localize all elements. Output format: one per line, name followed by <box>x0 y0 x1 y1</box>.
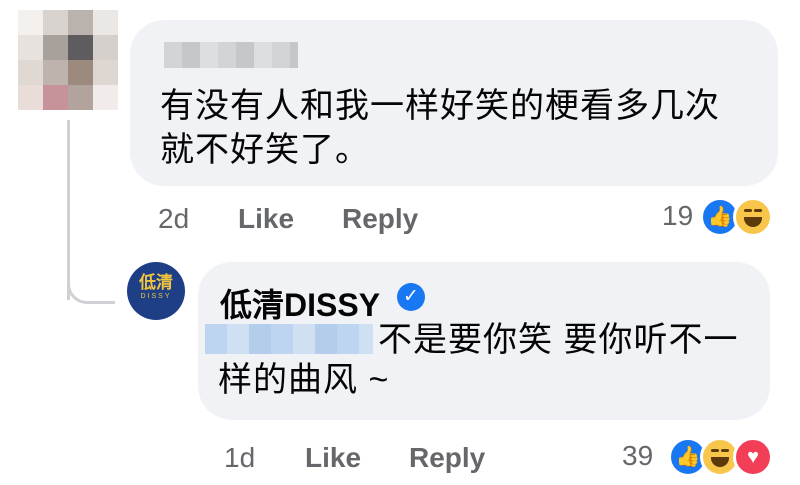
reply-reaction-count[interactable]: 39 <box>622 440 653 472</box>
comment-time[interactable]: 2d <box>158 203 189 235</box>
reply-author-name[interactable]: 低清DISSY <box>220 280 380 326</box>
commenter-avatar-blurred[interactable] <box>18 10 118 110</box>
page-avatar[interactable]: 低清 DISSY <box>127 262 185 320</box>
like-button[interactable]: Like <box>238 203 294 235</box>
reply-reply-button[interactable]: Reply <box>409 442 485 474</box>
reply-time[interactable]: 1d <box>224 442 255 474</box>
thread-connector <box>67 282 115 304</box>
reply-text-line1: 不是要你笑 要你听不一 <box>378 321 739 359</box>
love-icon: ♥ <box>733 437 773 477</box>
reply-like-button[interactable]: Like <box>305 442 361 474</box>
verified-badge-icon: ✓ <box>397 283 425 311</box>
thread-line <box>67 120 70 300</box>
reply-button[interactable]: Reply <box>342 203 418 235</box>
mention-tag-blurred[interactable] <box>205 324 373 354</box>
commenter-name-blurred[interactable] <box>164 42 298 68</box>
haha-icon <box>733 197 773 237</box>
reply-text-line2: 样的曲风 ~ <box>218 361 390 399</box>
reaction-count[interactable]: 19 <box>662 200 693 232</box>
comment-text: 有没有人和我一样好笑的梗看多几次就不好笑了。 <box>160 87 720 169</box>
